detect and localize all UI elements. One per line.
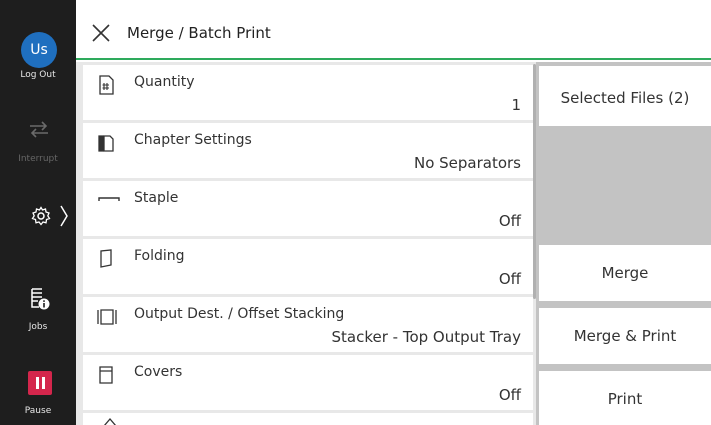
action-panel: Selected Files (2) Merge Merge & Print P… (536, 62, 711, 425)
list-item-covers[interactable]: Covers Off (83, 355, 533, 410)
pause-label[interactable]: Pause (0, 406, 76, 416)
chevron-right-icon[interactable] (59, 204, 69, 228)
output-icon (97, 309, 117, 325)
logout-label[interactable]: Log Out (0, 70, 76, 80)
item-value: Off (498, 270, 521, 288)
item-value: Off (498, 386, 521, 404)
item-value: 1 (511, 96, 521, 114)
partial-item-icon (104, 418, 116, 425)
item-value: No Separators (413, 154, 521, 172)
print-button[interactable]: Print (539, 371, 711, 425)
interrupt-label: Interrupt (18, 154, 58, 164)
gear-icon[interactable] (31, 206, 51, 226)
item-value: Off (498, 212, 521, 230)
list-item-quantity[interactable]: Quantity 1 (83, 65, 533, 120)
interrupt-icon[interactable] (28, 120, 50, 140)
item-label: Covers (134, 364, 183, 380)
covers-icon (99, 366, 113, 384)
list-item-chapter-settings[interactable]: Chapter Settings No Separators (83, 123, 533, 178)
quantity-icon (99, 75, 114, 95)
jobs-label[interactable]: Jobs (0, 322, 76, 332)
header-bar: Merge / Batch Print (76, 7, 711, 60)
user-avatar[interactable]: Us (21, 32, 57, 68)
settings-list: Quantity 1 Chapter Settings No Separator… (76, 62, 540, 425)
list-item-output-destination[interactable]: Output Dest. / Offset Stacking Stacker -… (83, 297, 533, 352)
staple-icon (98, 197, 120, 201)
page-title: Merge / Batch Print (127, 24, 271, 42)
item-value: Stacker - Top Output Tray (331, 328, 522, 346)
pause-icon[interactable] (28, 371, 52, 395)
list-item-partial[interactable] (83, 413, 533, 425)
sidebar: Us Log Out Interrupt Jobs Pause (0, 0, 76, 425)
item-label: Chapter Settings (134, 132, 252, 148)
selected-files-button[interactable]: Selected Files (2) (539, 66, 711, 126)
merge-button[interactable]: Merge (539, 245, 711, 301)
folding-icon (100, 249, 112, 268)
item-label: Quantity (134, 74, 195, 90)
list-item-staple[interactable]: Staple Off (83, 181, 533, 236)
item-label: Output Dest. / Offset Stacking (134, 306, 345, 322)
list-item-folding[interactable]: Folding Off (83, 239, 533, 294)
jobs-icon[interactable] (29, 287, 51, 311)
chapter-icon (98, 135, 114, 152)
item-label: Folding (134, 248, 185, 264)
item-label: Staple (134, 190, 179, 206)
merge-and-print-button[interactable]: Merge & Print (539, 308, 711, 364)
close-icon[interactable] (91, 23, 111, 43)
